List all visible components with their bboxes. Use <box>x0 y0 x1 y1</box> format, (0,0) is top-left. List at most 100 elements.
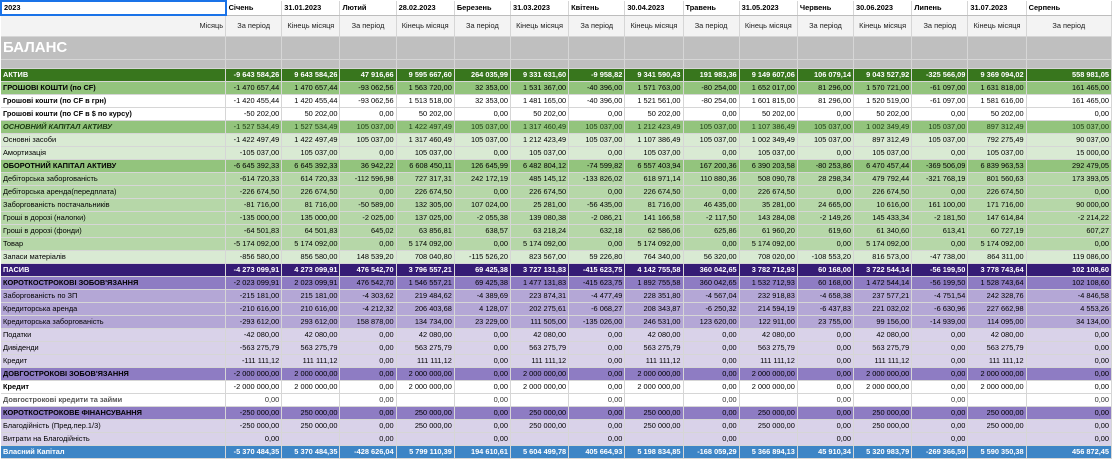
value-end-month[interactable]: 1 631 818,00 <box>967 81 1027 95</box>
empty-cell[interactable] <box>911 36 969 60</box>
empty-cell[interactable] <box>396 36 455 60</box>
value-end-month[interactable]: 1 528 743,64 <box>967 276 1027 290</box>
row-label[interactable]: Амортизація <box>1 146 227 160</box>
value-end-month[interactable]: 42 080,00 <box>281 328 341 342</box>
value-end-month[interactable]: 50 202,00 <box>510 107 570 121</box>
value-end-month[interactable]: 3 722 544,14 <box>853 263 913 277</box>
value-for-period[interactable]: 4 553,26 <box>1026 302 1112 316</box>
value-for-period[interactable]: 46 435,00 <box>683 198 740 212</box>
value-end-month[interactable]: 1 520 519,00 <box>853 94 913 108</box>
value-for-period[interactable]: 0,00 <box>568 354 626 368</box>
value-end-month[interactable]: 2 000 000,00 <box>510 367 570 381</box>
value-end-month[interactable] <box>624 432 684 446</box>
value-for-period[interactable]: -64 501,83 <box>225 224 283 238</box>
value-for-period[interactable]: -80 253,86 <box>797 159 855 173</box>
value-for-period[interactable]: 0,00 <box>911 406 969 420</box>
value-for-period[interactable]: -2 117,50 <box>683 211 740 225</box>
value-end-month[interactable]: 5 174 092,00 <box>967 237 1027 251</box>
value-for-period[interactable]: -1 470 657,44 <box>225 81 283 95</box>
value-end-month[interactable]: 250 000,00 <box>739 419 798 433</box>
value-for-period[interactable]: 69 425,38 <box>454 276 511 290</box>
value-for-period[interactable]: 0,00 <box>454 367 511 381</box>
empty-cell[interactable] <box>510 59 570 69</box>
value-for-period[interactable]: 32 353,00 <box>454 94 511 108</box>
row-label[interactable]: Основні засоби <box>1 133 227 147</box>
value-end-month[interactable]: 727 317,31 <box>396 172 455 186</box>
value-end-month[interactable]: 135 000,00 <box>281 211 341 225</box>
value-end-month[interactable]: 250 000,00 <box>281 419 341 433</box>
value-for-period[interactable]: 405 664,93 <box>568 445 626 459</box>
month-cell[interactable]: Липень <box>911 1 969 16</box>
value-for-period[interactable]: 0,00 <box>1026 107 1112 121</box>
value-end-month[interactable]: 137 025,00 <box>396 211 455 225</box>
value-end-month[interactable]: 1 581 616,00 <box>967 94 1027 108</box>
value-for-period[interactable]: 28 298,34 <box>797 172 855 186</box>
value-end-month[interactable]: 250 000,00 <box>510 406 570 420</box>
value-end-month[interactable]: 9 369 094,02 <box>967 68 1027 82</box>
value-for-period[interactable]: 0,00 <box>911 432 969 446</box>
value-end-month[interactable]: 215 181,00 <box>281 289 341 303</box>
value-for-period[interactable]: 90 000,00 <box>1026 198 1112 212</box>
date-cell[interactable]: 30.04.2023 <box>624 1 684 16</box>
value-for-period[interactable]: 0,00 <box>1026 393 1112 407</box>
value-for-period[interactable]: 0,00 <box>568 341 626 355</box>
value-for-period[interactable]: 632,18 <box>568 224 626 238</box>
value-end-month[interactable]: 111 111,12 <box>624 354 684 368</box>
value-end-month[interactable] <box>967 393 1027 407</box>
row-label[interactable]: Благодійність (Пред.пер.1/3) <box>1 419 227 433</box>
value-for-period[interactable]: 69 425,38 <box>454 263 511 277</box>
value-for-period[interactable]: -415 623,75 <box>568 276 626 290</box>
subheader-end-month[interactable]: Кінець місяця <box>510 15 570 37</box>
value-for-period[interactable]: 0,00 <box>683 432 740 446</box>
value-end-month[interactable]: 4 142 755,58 <box>624 263 684 277</box>
value-end-month[interactable]: 132 305,00 <box>396 198 455 212</box>
value-end-month[interactable]: 1 422 497,49 <box>396 120 455 134</box>
value-for-period[interactable]: -2 086,21 <box>568 211 626 225</box>
value-for-period[interactable]: 0,00 <box>225 393 283 407</box>
value-for-period[interactable]: 0,00 <box>1026 419 1112 433</box>
row-label[interactable]: Довгострокові кредити та займи <box>1 393 227 407</box>
value-end-month[interactable]: 563 275,79 <box>967 341 1027 355</box>
value-for-period[interactable]: 0,00 <box>797 354 855 368</box>
value-for-period[interactable]: 0,00 <box>797 393 855 407</box>
value-for-period[interactable]: 0,00 <box>454 419 511 433</box>
subheader-for-period[interactable]: За період <box>454 15 511 37</box>
value-end-month[interactable]: 5 366 894,13 <box>739 445 798 459</box>
subheader-for-period[interactable]: За період <box>568 15 626 37</box>
value-for-period[interactable]: -6 250,32 <box>683 302 740 316</box>
value-for-period[interactable]: -81 716,00 <box>225 198 283 212</box>
value-end-month[interactable]: 3 782 712,93 <box>739 263 798 277</box>
value-end-month[interactable]: 227 662,98 <box>967 302 1027 316</box>
value-for-period[interactable]: -2 214,22 <box>1026 211 1112 225</box>
value-for-period[interactable]: 23 229,00 <box>454 315 511 329</box>
value-end-month[interactable] <box>281 432 341 446</box>
subheader-end-month[interactable]: Кінець місяця <box>281 15 341 37</box>
value-for-period[interactable]: -9 643 584,26 <box>225 68 283 82</box>
empty-cell[interactable] <box>225 59 283 69</box>
value-end-month[interactable]: 3 727 131,83 <box>510 263 570 277</box>
value-for-period[interactable]: 34 134,00 <box>1026 315 1112 329</box>
value-end-month[interactable]: 250 000,00 <box>510 419 570 433</box>
subheader-for-period[interactable]: За період <box>797 15 855 37</box>
value-end-month[interactable]: 5 198 834,85 <box>624 445 684 459</box>
row-label[interactable]: Заборгованість по ЗП <box>1 289 227 303</box>
subheader-end-month[interactable]: Кінець місяця <box>853 15 913 37</box>
empty-cell[interactable] <box>1026 36 1112 60</box>
value-for-period[interactable]: -93 062,56 <box>339 81 397 95</box>
value-for-period[interactable]: 0,00 <box>683 107 740 121</box>
value-for-period[interactable]: -415 623,75 <box>568 263 626 277</box>
value-end-month[interactable]: 5 320 983,79 <box>853 445 913 459</box>
value-end-month[interactable] <box>281 393 341 407</box>
value-end-month[interactable]: 111 111,12 <box>510 354 570 368</box>
value-for-period[interactable]: 456 872,45 <box>1026 445 1112 459</box>
value-for-period[interactable]: 0,00 <box>911 328 969 342</box>
value-for-period[interactable]: 645,02 <box>339 224 397 238</box>
value-for-period[interactable]: 625,86 <box>683 224 740 238</box>
value-end-month[interactable]: 1 570 721,00 <box>853 81 913 95</box>
value-end-month[interactable]: 9 643 584,26 <box>281 68 341 82</box>
value-end-month[interactable]: 563 275,79 <box>396 341 455 355</box>
empty-cell[interactable] <box>510 36 570 60</box>
value-for-period[interactable]: 0,00 <box>568 393 626 407</box>
value-end-month[interactable]: 246 531,00 <box>624 315 684 329</box>
value-end-month[interactable]: 60 727,19 <box>967 224 1027 238</box>
